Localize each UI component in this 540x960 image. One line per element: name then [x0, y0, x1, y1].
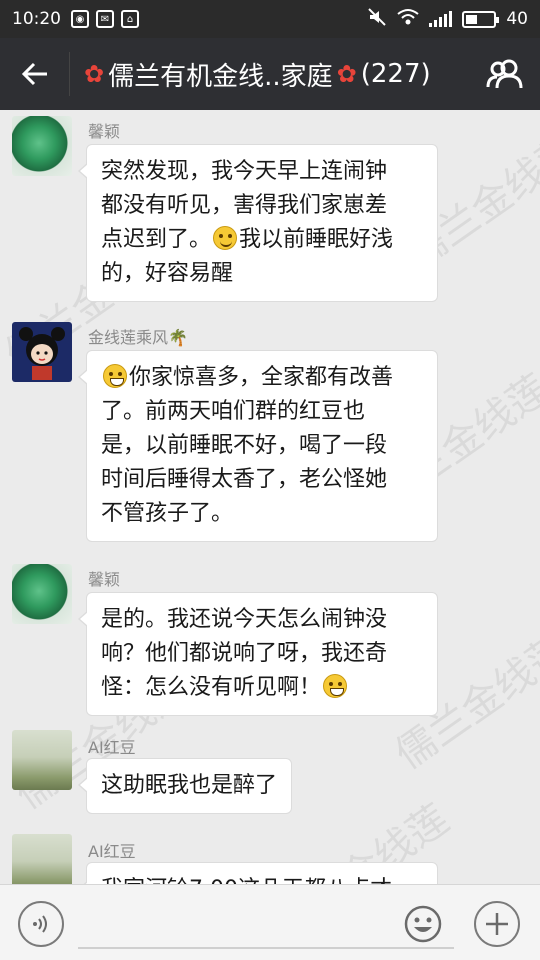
message-line: 不管孩子了。 [101, 501, 234, 526]
mute-icon [367, 7, 387, 32]
message-line: 了。前两天咱们群的红豆也 [101, 399, 366, 424]
message-line: 是的。我还说今天怎么闹钟没 [101, 607, 388, 632]
group-members-icon [486, 59, 523, 89]
chat-message-list[interactable]: 儒兰金线莲 儒兰金线莲 儒兰金线莲 儒兰金线莲 儒兰金线莲 儒兰金线莲 馨颖 突… [0, 110, 540, 884]
more-options-button[interactable] [474, 901, 520, 947]
sender-name: AI红豆 [88, 738, 136, 757]
message-bubble[interactable]: 你家惊喜多，全家都有改善 了。前两天咱们群的红豆也 是，以前睡眠不好，喝了一段 … [78, 350, 438, 542]
message-line: 你家惊喜多，全家都有改善 [101, 361, 423, 395]
message-bubble[interactable]: 我家河铃7.00这几天都八点才 [78, 862, 438, 884]
back-arrow-icon [21, 62, 47, 86]
emoji-button[interactable] [400, 901, 446, 947]
avatar[interactable] [12, 834, 72, 884]
voice-icon [33, 915, 47, 933]
sender-name: 馨颖 [88, 122, 121, 141]
wifi-icon [397, 8, 419, 31]
status-bar: 10:20 ◉ ✉ ⌂ 40 [0, 0, 540, 38]
cartoon-girl-avatar-icon [19, 327, 65, 380]
hibiscus-icon: ✿ [336, 60, 357, 88]
chat-title: ✿ 儒兰有机金线..家庭 ✿ (227) [84, 56, 431, 93]
member-count: (227) [360, 59, 431, 89]
grin-emoji-icon [103, 364, 127, 388]
message-bubble[interactable]: 是的。我还说今天怎么闹钟没 响？他们都说响了呀，我还奇 怪：怎么没有听见啊！ [78, 592, 438, 716]
message-line: 都没有听见，害得我们家崽差 [101, 193, 388, 218]
sender-name: 馨颖 [88, 570, 121, 589]
signal-icon [429, 11, 453, 27]
voice-button[interactable] [18, 901, 64, 947]
back-button[interactable] [0, 52, 70, 96]
battery-level-text: 40 [506, 9, 528, 29]
chat-input-bar [0, 884, 540, 960]
message-line: 突然发现，我今天早上连闹钟 [101, 159, 388, 184]
message-line: 响？他们都说响了呀，我还奇 [101, 641, 388, 666]
emoji-icon [404, 905, 442, 943]
avatar[interactable] [12, 322, 72, 382]
message-input[interactable] [78, 947, 454, 949]
message-bubble[interactable]: 这助眠我也是醉了 [77, 758, 293, 814]
plus-icon [486, 913, 508, 935]
message-line: 我家河铃7.00这几天都八点才 [101, 873, 423, 884]
notification-icon: ◉ [71, 10, 89, 28]
avatar[interactable] [12, 564, 72, 624]
message-line: 点迟到了。 我以前睡眠好浅 [101, 226, 394, 252]
sender-name: AI红豆 [88, 842, 136, 861]
mail-icon: ✉ [96, 10, 114, 28]
avatar[interactable] [12, 730, 72, 790]
message-line: 的，好容易醒 [101, 261, 234, 286]
message-line: 这助眠我也是醉了 [101, 773, 278, 798]
chat-title-bar: ✿ 儒兰有机金线..家庭 ✿ (227) [0, 38, 540, 110]
sender-name: 金线莲乘风🌴 [88, 328, 188, 347]
palm-tree-icon: 🌴 [168, 328, 188, 347]
hibiscus-icon: ✿ [84, 60, 105, 88]
grin-emoji-icon [323, 674, 348, 698]
battery-icon [462, 10, 500, 28]
message-bubble[interactable]: 突然发现，我今天早上连闹钟 都没有听见，害得我们家崽差 点迟到了。 我以前睡眠好浅… [78, 144, 438, 302]
app-notification-icon: ⌂ [121, 10, 139, 28]
group-members-button[interactable] [470, 59, 540, 89]
message-line: 怪：怎么没有听见啊！ [101, 671, 423, 705]
message-line: 时间后睡得太香了，老公怪她 [101, 467, 388, 492]
group-name: 儒兰有机金线..家庭 [108, 61, 333, 92]
avatar[interactable] [12, 116, 72, 176]
smile-emoji-icon [213, 226, 238, 250]
message-line: 是，以前睡眠不好，喝了一段 [101, 433, 388, 458]
status-time: 10:20 [12, 9, 61, 29]
